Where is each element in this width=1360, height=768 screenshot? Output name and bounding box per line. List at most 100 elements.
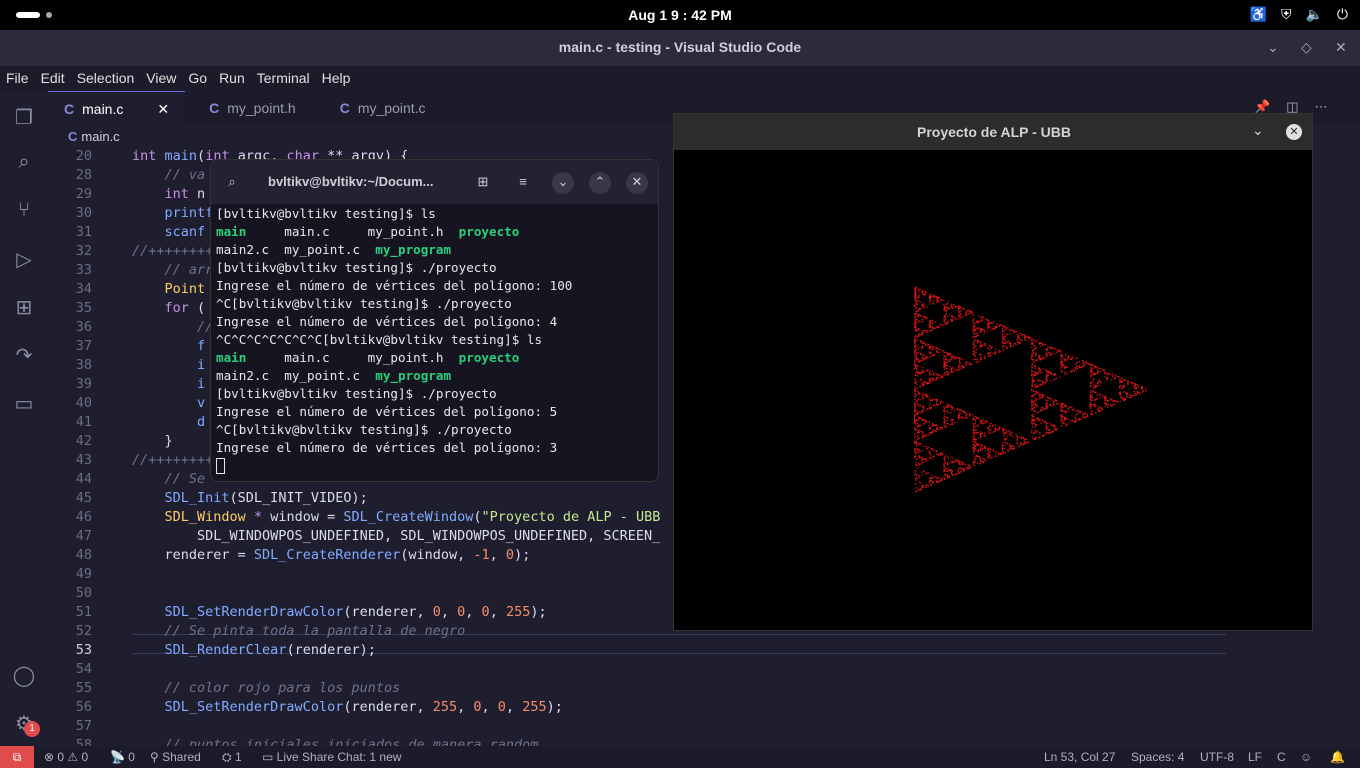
more-actions-icon[interactable]: ⋯ bbox=[1314, 99, 1327, 115]
close-icon[interactable]: ✕ bbox=[1286, 124, 1302, 140]
code-line[interactable]: v bbox=[132, 395, 205, 411]
menu-edit[interactable]: Edit bbox=[35, 66, 71, 91]
language-mode[interactable]: C bbox=[1277, 750, 1286, 764]
close-tab-icon[interactable]: ✕ bbox=[157, 101, 169, 117]
code-line[interactable]: } bbox=[132, 433, 173, 449]
code-line[interactable]: d bbox=[132, 414, 205, 430]
chevron-down-icon[interactable]: ⌄ bbox=[1252, 122, 1264, 139]
code-line[interactable]: renderer = SDL_CreateRenderer(window, -1… bbox=[132, 547, 531, 563]
menu-icon[interactable]: ≡ bbox=[512, 172, 534, 194]
terminal-window[interactable]: ⌕ bvltikv@bvltikv:~/Docum... ⊞ ≡ ⌄ ⌃ ✕ [… bbox=[210, 159, 659, 482]
code-line[interactable]: // Se pinta toda la pantalla de negro bbox=[132, 623, 466, 639]
line-number: 43 bbox=[75, 452, 92, 468]
indentation[interactable]: Spaces: 4 bbox=[1131, 750, 1184, 764]
remote-indicator-icon[interactable]: ⧉ bbox=[0, 746, 34, 768]
new-tab-icon[interactable]: ⊞ bbox=[472, 172, 494, 194]
line-number: 52 bbox=[75, 623, 92, 639]
terminal-line: ^C[bvltikv@bvltikv testing]$ ./proyecto bbox=[216, 422, 512, 437]
code-line[interactable]: // Se bbox=[132, 471, 206, 487]
problems-indicator[interactable]: ⊗ 0 ⚠ 0 bbox=[44, 750, 88, 764]
participants-count[interactable]: ⛭ 1 bbox=[222, 750, 242, 765]
code-line[interactable]: SDL_RenderClear(renderer); bbox=[132, 642, 376, 658]
live-share-shared[interactable]: ⚲ Shared bbox=[150, 750, 201, 764]
code-line[interactable]: for ( bbox=[132, 300, 206, 316]
sdl-window[interactable]: Proyecto de ALP - UBB ⌄ ✕ bbox=[673, 113, 1313, 631]
code-line[interactable]: SDL_SetRenderDrawColor(renderer, 0, 0, 0… bbox=[132, 604, 547, 620]
line-number: 30 bbox=[75, 205, 92, 221]
minimize-icon[interactable]: ⌄ bbox=[1267, 39, 1279, 56]
copilot-icon[interactable]: ☺ bbox=[1300, 750, 1312, 764]
volume-icon[interactable]: 🔈 bbox=[1305, 6, 1322, 23]
search-icon[interactable]: ⌕ bbox=[221, 172, 243, 194]
code-line[interactable]: SDL_Init(SDL_INIT_VIDEO); bbox=[132, 490, 368, 506]
system-tray[interactable]: ♿ ⛨ 🔈 ⏻ bbox=[1250, 6, 1348, 23]
code-line[interactable]: f bbox=[132, 338, 205, 354]
power-icon[interactable]: ⏻ bbox=[1337, 6, 1348, 23]
line-number: 38 bbox=[75, 357, 92, 373]
line-number: 41 bbox=[75, 414, 92, 430]
accessibility-icon[interactable]: ♿ bbox=[1250, 6, 1267, 23]
breadcrumb[interactable]: Cmain.c bbox=[48, 125, 140, 147]
menu-file[interactable]: File bbox=[0, 66, 35, 91]
encoding[interactable]: UTF-8 bbox=[1200, 750, 1234, 764]
live-share-icon[interactable]: ↷ bbox=[12, 343, 36, 367]
code-line[interactable]: Point bbox=[132, 281, 206, 297]
code-line[interactable]: int n bbox=[132, 186, 206, 202]
cursor-position[interactable]: Ln 53, Col 27 bbox=[1044, 750, 1115, 764]
line-number: 53 bbox=[75, 642, 92, 658]
account-icon[interactable]: ◯ bbox=[12, 663, 36, 687]
code-line[interactable]: SDL_SetRenderDrawColor(renderer, 255, 0,… bbox=[132, 699, 563, 715]
line-number: 40 bbox=[75, 395, 92, 411]
code-line[interactable]: SDL_Window * window = SDL_CreateWindow("… bbox=[132, 509, 661, 525]
code-line[interactable]: //++++++++ bbox=[132, 243, 213, 259]
code-line[interactable]: // bbox=[132, 319, 213, 335]
shield-icon[interactable]: ⛨ bbox=[1281, 6, 1292, 23]
menu-terminal[interactable]: Terminal bbox=[251, 66, 316, 91]
code-line[interactable]: // puntos iniciales iniciados de manera … bbox=[132, 737, 539, 746]
minimize-icon[interactable]: ⌄ bbox=[552, 172, 574, 194]
code-line[interactable]: scanf bbox=[132, 224, 206, 240]
tab-my-point-c[interactable]: C my_point.c bbox=[324, 91, 442, 125]
code-line[interactable]: SDL_WINDOWPOS_UNDEFINED, SDL_WINDOWPOS_U… bbox=[132, 528, 660, 544]
search-icon[interactable]: ⌕ bbox=[12, 151, 36, 175]
run-debug-icon[interactable]: ▷ bbox=[12, 247, 36, 271]
code-line[interactable]: // va bbox=[132, 167, 206, 183]
menu-go[interactable]: Go bbox=[182, 66, 213, 91]
ports-indicator[interactable]: 📡 0 bbox=[110, 750, 135, 764]
line-number: 34 bbox=[75, 281, 92, 297]
source-control-icon[interactable]: ⑂ bbox=[12, 199, 36, 223]
code-line[interactable]: //++++++++ bbox=[132, 452, 213, 468]
terminal-line: ^C^C^C^C^C^C^C[bvltikv@bvltikv testing]$… bbox=[216, 332, 543, 347]
line-number: 48 bbox=[75, 547, 92, 563]
terminal-line: main main.c my_point.h proyecto bbox=[216, 350, 520, 365]
extensions-icon[interactable]: ⊞ bbox=[12, 295, 36, 319]
menu-selection[interactable]: Selection bbox=[71, 66, 141, 91]
code-line[interactable]: i bbox=[132, 376, 205, 392]
code-line[interactable]: i bbox=[132, 357, 205, 373]
live-share-chat[interactable]: ▭ Live Share Chat: 1 new bbox=[262, 750, 401, 764]
explorer-icon[interactable]: ❐ bbox=[12, 105, 36, 129]
settings-badge: 1 bbox=[24, 721, 40, 737]
notifications-bell-icon[interactable]: 🔔 bbox=[1330, 750, 1345, 764]
end-of-line[interactable]: LF bbox=[1248, 750, 1262, 764]
code-line[interactable]: // color rojo para los puntos bbox=[132, 680, 401, 696]
remote-explorer-icon[interactable]: ▭ bbox=[12, 391, 36, 415]
breadcrumb-file[interactable]: main.c bbox=[81, 129, 119, 144]
tab-main-c[interactable]: C main.c ✕ bbox=[48, 91, 186, 125]
maximize-icon[interactable]: ◇ bbox=[1301, 39, 1312, 56]
maximize-icon[interactable]: ⌃ bbox=[589, 172, 611, 194]
menu-help[interactable]: Help bbox=[316, 66, 357, 91]
sdl-titlebar: Proyecto de ALP - UBB ⌄ ✕ bbox=[674, 114, 1312, 150]
tab-my-point-h[interactable]: C my_point.h bbox=[193, 91, 312, 125]
close-icon[interactable]: ✕ bbox=[626, 172, 648, 194]
close-icon[interactable]: ✕ bbox=[1335, 39, 1347, 56]
terminal-line: main main.c my_point.h proyecto bbox=[216, 224, 520, 239]
menu-run[interactable]: Run bbox=[213, 66, 251, 91]
terminal-line: [bvltikv@bvltikv testing]$ ./proyecto bbox=[216, 260, 497, 275]
menu-view[interactable]: View bbox=[140, 66, 182, 91]
clock[interactable]: Aug 1 9 : 42 PM bbox=[0, 7, 1360, 23]
terminal-output[interactable]: [bvltikv@bvltikv testing]$ ls main main.c… bbox=[216, 206, 572, 476]
code-line[interactable]: printf bbox=[132, 205, 214, 221]
window-titlebar: main.c - testing - Visual Studio Code ⌄ … bbox=[0, 30, 1360, 66]
code-line[interactable]: // arr bbox=[132, 262, 214, 278]
